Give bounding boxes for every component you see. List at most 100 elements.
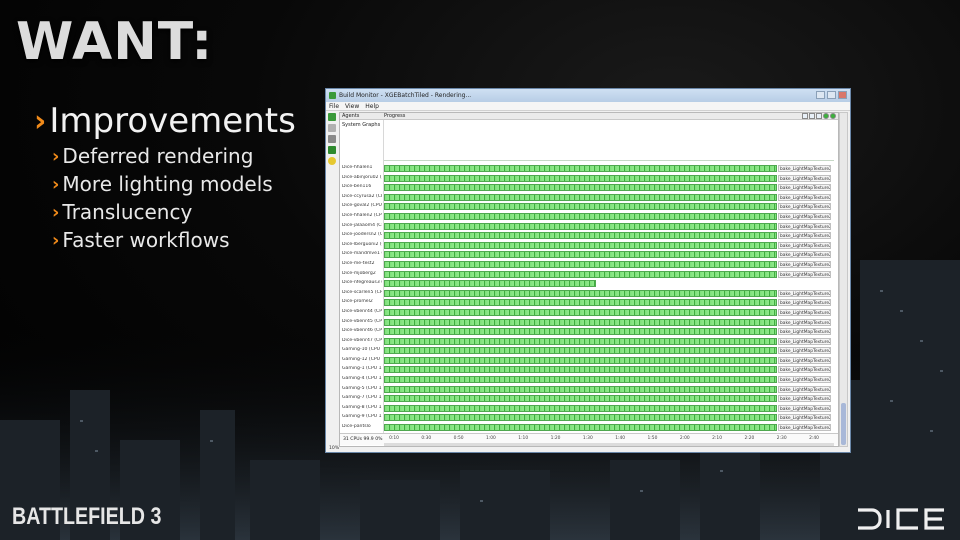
- progress-bar[interactable]: [384, 356, 777, 364]
- agent-row[interactable]: Dice-abinjoru02 (CP bake_LightMapTexture2…: [340, 174, 838, 184]
- pencil-icon[interactable]: [328, 135, 336, 143]
- progress-bar[interactable]: [384, 308, 777, 316]
- bullet-list: › Improvements › Deferred rendering › Mo…: [34, 100, 296, 254]
- agent-row[interactable]: Dice-mjoberg2 bake_LightMapTexture2D: [340, 270, 838, 280]
- agent-row[interactable]: Gaming-4 (CPU 1) bake_LightMapTexture2D: [340, 375, 838, 385]
- agent-row[interactable]: Gaming-8 (CPU 1) bake_LightMapTexture2D: [340, 404, 838, 414]
- agent-row[interactable]: Dice-hhalen2 (CPU 1 bake_LightMapTexture2…: [340, 212, 838, 222]
- agent-row[interactable]: Gaming-9 (CPU 1) bake_LightMapTexture2D: [340, 413, 838, 423]
- progress-bar[interactable]: [384, 337, 777, 345]
- time-tick-label: 2:30: [776, 436, 787, 441]
- current-job-label: bake_LightMapTexture2D: [778, 232, 831, 240]
- progress-bar[interactable]: [384, 289, 777, 297]
- current-job-label: bake_LightMapTexture2D: [778, 165, 831, 172]
- agent-row[interactable]: Dice-lberguoni2 (CP bake_LightMapTexture2…: [340, 241, 838, 251]
- agent-row[interactable]: Dice-vbenr44 (CPU 1 bake_LightMapTexture2…: [340, 308, 838, 318]
- current-job-label: bake_LightMapTexture2D: [778, 203, 831, 211]
- current-job-label: bake_LightMapTexture2D: [778, 356, 831, 364]
- progress-bar[interactable]: [384, 165, 777, 172]
- agent-row[interactable]: Dice-promel2 bake_LightMapTexture2D: [340, 298, 838, 308]
- agent-row[interactable]: Gaming-5 (CPU 1) bake_LightMapTexture2D: [340, 385, 838, 395]
- view-icon[interactable]: [816, 113, 822, 119]
- agent-row[interactable]: Dice-ccyrusa2 (CPU bake_LightMapTexture2D: [340, 193, 838, 203]
- agent-row[interactable]: Gaming-7 (CPU 1) bake_LightMapTexture2D: [340, 394, 838, 404]
- vertical-scrollbar[interactable]: [839, 112, 848, 447]
- progress-bar[interactable]: [384, 193, 777, 201]
- progress-bar[interactable]: [384, 260, 777, 268]
- progress-bar[interactable]: [384, 299, 777, 307]
- agent-name: Dice-ben116: [342, 184, 372, 190]
- close-icon[interactable]: [838, 91, 847, 99]
- menu-help[interactable]: Help: [365, 103, 379, 110]
- agent-row[interactable]: Dice-me-test2 bake_LightMapTexture2D: [340, 260, 838, 270]
- bullet-main: › Improvements: [34, 100, 296, 142]
- current-job-label: bake_LightMapTexture2D: [778, 318, 831, 326]
- agent-row[interactable]: Gaming-10 (CPU 1) bake_LightMapTexture2D: [340, 346, 838, 356]
- horizontal-scrollbar[interactable]: [384, 443, 834, 446]
- progress-bar[interactable]: [384, 222, 777, 230]
- agent-row[interactable]: Dice-scarlen5 (CPU bake_LightMapTexture2D: [340, 289, 838, 299]
- progress-bar[interactable]: [384, 328, 777, 336]
- agent-rows: Dice-hhalen1 bake_LightMapTexture2D Dice-a…: [340, 164, 838, 433]
- menu-view[interactable]: View: [345, 103, 359, 110]
- progress-bar[interactable]: [384, 347, 777, 355]
- menu-file[interactable]: File: [329, 103, 339, 110]
- agent-name: Gaming-1 (CPU 1): [342, 366, 382, 372]
- progress-bar[interactable]: [384, 270, 777, 278]
- progress-bar[interactable]: [384, 280, 596, 288]
- progress-bar[interactable]: [384, 174, 777, 182]
- agent-row[interactable]: Dice-jalaaom4 (CPU bake_LightMapTexture2D: [340, 222, 838, 232]
- list-icon[interactable]: [328, 124, 336, 132]
- progress-bar[interactable]: [384, 366, 777, 374]
- progress-bar[interactable]: [384, 212, 777, 220]
- agents-column-header[interactable]: Agents: [342, 113, 359, 120]
- current-job-label: bake_LightMapTexture2D: [778, 251, 831, 259]
- agent-name: Dice-pantslo: [342, 424, 371, 430]
- progress-bar[interactable]: [384, 414, 777, 422]
- monitor-icon[interactable]: [328, 113, 336, 121]
- agents-icon[interactable]: [328, 146, 336, 154]
- progress-bar[interactable]: [384, 424, 777, 432]
- bullet-sub-text: More lighting models: [62, 172, 273, 196]
- progress-bar[interactable]: [384, 395, 777, 403]
- agent-row[interactable]: Dice-vbenr47 (CPU 1 bake_LightMapTexture2…: [340, 337, 838, 347]
- agent-row[interactable]: Dice-nfegreaus3 (CP: [340, 279, 838, 289]
- chevron-right-icon: ›: [34, 103, 47, 139]
- progress-column-header[interactable]: Progress: [384, 113, 405, 120]
- progress-bar[interactable]: [384, 318, 777, 326]
- agent-row[interactable]: Dice-pantslo bake_LightMapTexture2D: [340, 423, 838, 433]
- maximize-icon[interactable]: [827, 91, 836, 99]
- agent-row[interactable]: Dice-goval2 (CPU 1) bake_LightMapTexture2…: [340, 202, 838, 212]
- view-icon[interactable]: [809, 113, 815, 119]
- view-toolbar: [802, 113, 836, 119]
- zoom-out-icon[interactable]: [830, 113, 836, 119]
- lightbulb-icon[interactable]: [328, 157, 336, 165]
- window-titlebar[interactable]: Build Monitor - XGEBatchTiled - Renderin…: [326, 89, 850, 102]
- agent-row[interactable]: Dice-vbenr45 (CPU 1 bake_LightMapTexture2…: [340, 318, 838, 328]
- agent-row[interactable]: Gaming-1 (CPU 1) bake_LightMapTexture2D: [340, 365, 838, 375]
- agent-row[interactable]: Dice-vbenr46 (CPU 1 bake_LightMapTexture2…: [340, 327, 838, 337]
- agent-name: Dice-mandmve1 (CP: [342, 251, 382, 257]
- progress-bar[interactable]: [384, 241, 777, 249]
- progress-bar[interactable]: [384, 203, 777, 211]
- agent-row[interactable]: Dice-mandmve1 (CP bake_LightMapTexture2D: [340, 250, 838, 260]
- view-icon[interactable]: [802, 113, 808, 119]
- agent-name: Gaming-4 (CPU 1): [342, 376, 382, 382]
- cpu-count: 31 CPUs 99.9 0%: [343, 437, 383, 442]
- build-monitor-window[interactable]: Build Monitor - XGEBatchTiled - Renderin…: [325, 88, 851, 453]
- progress-bar[interactable]: [384, 385, 777, 393]
- scrollbar-thumb[interactable]: [841, 403, 846, 445]
- progress-bar[interactable]: [384, 376, 777, 384]
- agent-row[interactable]: Dice-hhalen1 bake_LightMapTexture2D: [340, 164, 838, 174]
- progress-bar[interactable]: [384, 251, 777, 259]
- progress-bar[interactable]: [384, 184, 777, 192]
- agent-row[interactable]: Gaming-12 (CPU 1) bake_LightMapTexture2D: [340, 356, 838, 366]
- zoom-in-icon[interactable]: [823, 113, 829, 119]
- progress-bar[interactable]: [384, 232, 777, 240]
- minimize-icon[interactable]: [816, 91, 825, 99]
- agent-row[interactable]: Dice-ben116 bake_LightMapTexture2D: [340, 183, 838, 193]
- current-job-label: bake_LightMapTexture2D: [778, 222, 831, 230]
- progress-bar[interactable]: [384, 404, 777, 412]
- agent-row[interactable]: Dice-joodersn2 (CPU bake_LightMapTexture2…: [340, 231, 838, 241]
- time-tick-label: 2:20: [744, 436, 755, 441]
